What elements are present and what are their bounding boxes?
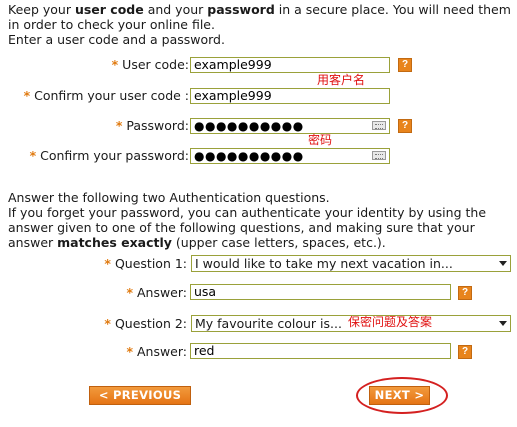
answer-2-label: * Answer:	[126, 344, 187, 359]
confirm-password-label: * Confirm your password:	[29, 148, 189, 163]
intro-line-1: Keep your user code and your password in…	[8, 2, 511, 17]
confirm-user-code-label: * Confirm your user code :	[23, 88, 189, 103]
password-mask: ●●●●●●●●●●	[194, 119, 304, 133]
auth-line-1: Answer the following two Authentication …	[8, 190, 330, 205]
question-1-selected: I would like to take my next vacation in…	[195, 256, 453, 271]
annotation-password: 密码	[308, 133, 333, 147]
previous-button[interactable]: < PREVIOUS	[89, 386, 191, 405]
question-2-label: * Question 2:	[104, 316, 187, 331]
confirm-password-mask: ●●●●●●●●●●	[194, 149, 304, 163]
intro-line-3: Enter a user code and a password.	[8, 32, 225, 47]
confirm-password-input[interactable]: ●●●●●●●●●●	[190, 148, 390, 164]
user-code-help-icon[interactable]: ?	[398, 58, 412, 72]
auth-line-4: answer matches exactly (upper case lette…	[8, 235, 386, 250]
password-input[interactable]: ●●●●●●●●●●	[190, 118, 390, 134]
question-1-select[interactable]: I would like to take my next vacation in…	[191, 255, 511, 272]
password-help-icon[interactable]: ?	[398, 119, 412, 133]
confirm-user-code-input[interactable]: example999	[190, 88, 390, 104]
question-2-selected: My favourite colour is...	[195, 316, 342, 331]
user-code-input[interactable]: example999	[190, 57, 390, 73]
answer-1-help-icon[interactable]: ?	[458, 286, 472, 300]
annotation-username: 用客户名	[317, 73, 366, 87]
answer-1-input[interactable]: usa	[190, 284, 451, 300]
answer-2-input[interactable]: red	[190, 343, 451, 359]
question-1-label: * Question 1:	[104, 256, 187, 271]
chevron-down-icon	[499, 321, 507, 326]
intro-line-2: in order to check your online file.	[8, 17, 215, 32]
user-code-label: * User code:	[111, 57, 189, 72]
auth-line-2: If you forget your password, you can aut…	[8, 205, 487, 220]
keyboard-icon[interactable]	[372, 121, 386, 130]
annotation-security-qa: 保密问题及答案	[348, 315, 433, 329]
answer-1-label: * Answer:	[126, 285, 187, 300]
auth-line-3: answer given to one of the following que…	[8, 220, 475, 235]
keyboard-icon[interactable]	[372, 151, 386, 160]
password-label: * Password:	[115, 118, 189, 133]
chevron-down-icon	[499, 261, 507, 266]
next-highlight-circle	[356, 377, 448, 414]
answer-2-help-icon[interactable]: ?	[458, 345, 472, 359]
